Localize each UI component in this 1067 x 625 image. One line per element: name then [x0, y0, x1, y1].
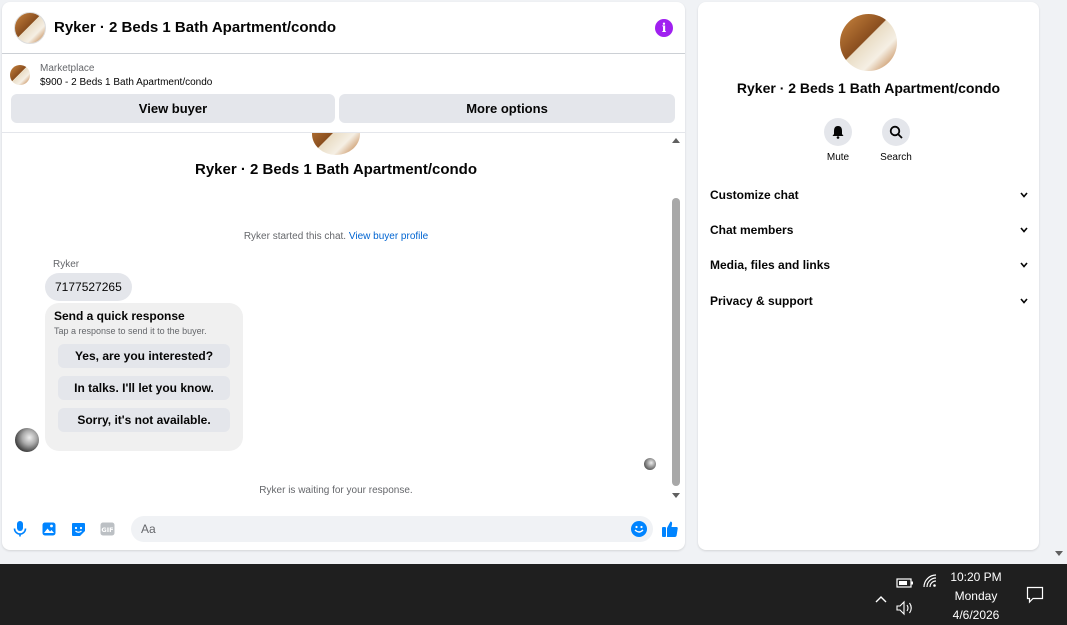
volume-icon[interactable] — [896, 600, 914, 616]
chevron-up-icon[interactable] — [874, 591, 888, 603]
chevron-down-icon — [1020, 297, 1028, 305]
seen-indicator-avatar — [644, 458, 656, 470]
conversation-avatar — [312, 133, 360, 155]
info-listing-avatar — [840, 14, 897, 71]
battery-icon[interactable] — [896, 576, 914, 590]
photo-icon[interactable] — [41, 521, 57, 537]
sticker-icon[interactable] — [70, 521, 86, 537]
section-customize-chat[interactable]: Customize chat — [710, 183, 1028, 207]
page-scroll-down-arrow-icon[interactable] — [1055, 551, 1063, 556]
info-title: Ryker · 2 Beds 1 Bath Apartment/condo — [736, 80, 1001, 96]
listing-thumbnail — [10, 65, 30, 85]
quick-response-yes-button[interactable]: Yes, are you interested? — [58, 344, 230, 368]
quick-response-box: Send a quick response Tap a response to … — [45, 303, 243, 451]
scroll-up-arrow-icon[interactable] — [672, 138, 680, 143]
search-icon[interactable] — [882, 118, 910, 146]
view-buyer-button[interactable]: View buyer — [11, 94, 335, 123]
clock-day: Monday — [954, 589, 998, 603]
section-label: Media, files and links — [710, 258, 831, 272]
bell-icon[interactable] — [824, 118, 852, 146]
chat-info-panel: Ryker · 2 Beds 1 Bath Apartment/condo Mu… — [698, 2, 1039, 550]
message-composer: GIF — [2, 514, 685, 544]
quick-response-subtitle: Tap a response to send it to the buyer. — [54, 326, 207, 336]
section-privacy-support[interactable]: Privacy & support — [710, 289, 1028, 313]
notification-center-icon[interactable] — [1026, 586, 1044, 604]
message-scrollbar[interactable] — [672, 138, 680, 498]
mute-button[interactable]: Mute — [813, 118, 863, 163]
clock-date: 4/6/2026 — [952, 608, 1000, 622]
message-list[interactable]: Ryker · 2 Beds 1 Bath Apartment/condo Ry… — [2, 132, 685, 504]
listing-avatar[interactable] — [14, 11, 46, 44]
more-options-button[interactable]: More options — [339, 94, 675, 123]
section-label: Customize chat — [710, 188, 799, 202]
listing-actions: View buyer More options — [2, 90, 685, 127]
chat-started-text: Ryker started this chat. — [243, 231, 347, 242]
message-input-wrapper — [131, 516, 653, 542]
wifi-icon[interactable] — [922, 573, 938, 589]
chat-title[interactable]: Ryker · 2 Beds 1 Bath Apartment/condo — [54, 19, 655, 36]
scroll-down-arrow-icon[interactable] — [672, 493, 680, 498]
chat-header: Ryker · 2 Beds 1 Bath Apartment/condo i — [2, 2, 685, 54]
message-input[interactable] — [131, 516, 653, 542]
clock-time: 10:20 PM — [950, 570, 1002, 584]
quick-response-in-talks-button[interactable]: In talks. I'll let you know. — [58, 376, 230, 400]
quick-response-not-available-button[interactable]: Sorry, it's not available. — [58, 408, 230, 432]
taskbar: 10:20 PM Monday 4/6/2026 — [0, 564, 1067, 625]
gif-icon[interactable]: GIF — [99, 521, 115, 537]
waiting-notice: Ryker is waiting for your response. — [259, 485, 413, 496]
sender-name: Ryker — [53, 259, 80, 270]
mute-label: Mute — [826, 152, 850, 163]
svg-text:GIF: GIF — [101, 526, 113, 534]
marketplace-label: Marketplace — [40, 62, 95, 74]
thumbs-up-icon[interactable] — [661, 520, 679, 538]
microphone-icon[interactable] — [12, 521, 28, 537]
info-icon[interactable]: i — [655, 18, 673, 37]
search-label: Search — [880, 152, 912, 163]
emoji-icon[interactable] — [631, 521, 647, 537]
system-clock[interactable]: 10:20 PM Monday 4/6/2026 — [945, 568, 1007, 625]
conversation-title: Ryker · 2 Beds 1 Bath Apartment/condo — [194, 161, 477, 178]
message-bubble[interactable]: 7177527265 — [45, 273, 132, 301]
section-label: Chat members — [710, 223, 794, 237]
section-label: Privacy & support — [710, 294, 813, 308]
section-media-files-links[interactable]: Media, files and links — [710, 253, 1028, 277]
search-button[interactable]: Search — [871, 118, 921, 163]
scroll-thumb[interactable] — [672, 198, 680, 486]
view-buyer-profile-link[interactable]: View buyer profile — [349, 231, 428, 242]
chevron-down-icon — [1020, 226, 1028, 234]
chat-panel: Ryker · 2 Beds 1 Bath Apartment/condo i … — [2, 2, 685, 550]
listing-price-title: $900 - 2 Beds 1 Bath Apartment/condo — [40, 76, 213, 88]
marketplace-listing-row[interactable]: Marketplace $900 - 2 Beds 1 Bath Apartme… — [2, 54, 685, 90]
listing-text: Marketplace $900 - 2 Beds 1 Bath Apartme… — [40, 63, 212, 88]
buyer-avatar[interactable] — [15, 428, 39, 452]
section-chat-members[interactable]: Chat members — [710, 218, 1028, 242]
quick-response-title: Send a quick response — [54, 309, 185, 323]
chat-started-notice: Ryker started this chat. View buyer prof… — [2, 231, 670, 242]
chevron-down-icon — [1020, 261, 1028, 269]
chevron-down-icon — [1020, 191, 1028, 199]
